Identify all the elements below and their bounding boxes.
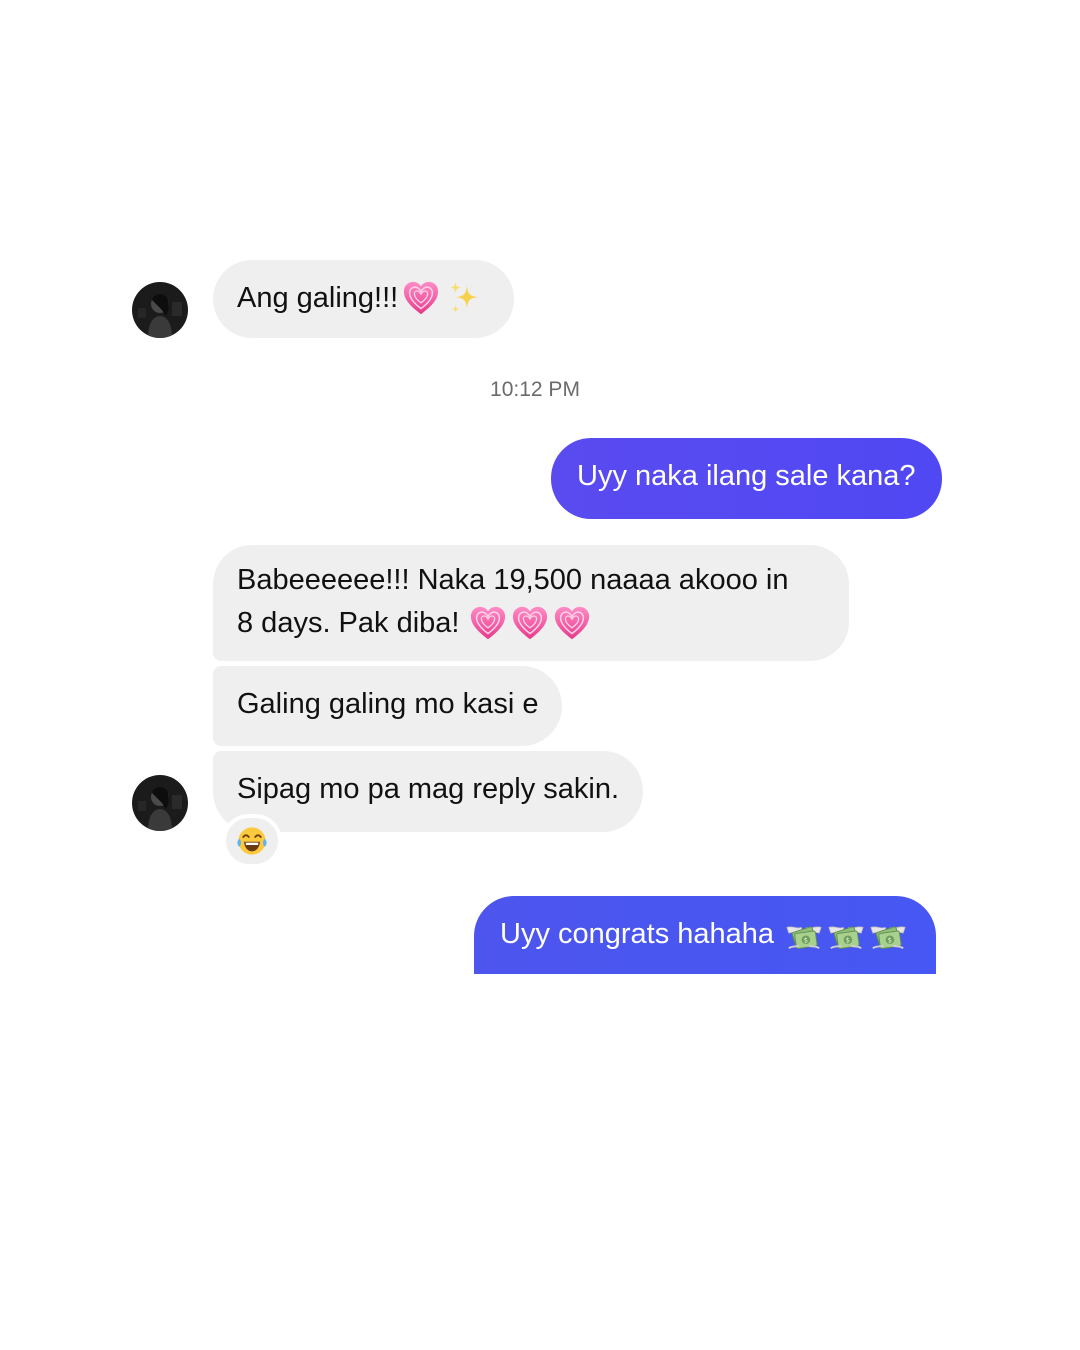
money-with-wings-emoji	[826, 916, 866, 954]
message-text: Ang galing!!!	[237, 282, 399, 314]
money-with-wings-emoji	[868, 916, 908, 954]
growing-heart-emoji	[469, 605, 507, 643]
avatar-image	[132, 775, 188, 831]
outgoing-message-bubble[interactable]: Uyy congrats hahaha	[474, 896, 937, 974]
contact-avatar[interactable]	[132, 282, 188, 338]
message-reaction[interactable]	[222, 814, 282, 868]
timestamp-divider: 10:12 PM	[490, 378, 580, 401]
message-text: Uyy congrats hahaha	[500, 918, 775, 950]
contact-avatar[interactable]	[132, 775, 188, 831]
message-text-line-2: 8 days. Pak diba!	[237, 602, 825, 645]
growing-heart-emoji	[402, 280, 440, 318]
message-text: 8 days. Pak diba!	[237, 607, 460, 639]
message-text: Galing galing mo kasi e	[237, 688, 539, 720]
avatar-image	[132, 282, 188, 338]
incoming-message-bubble[interactable]: Galing galing mo kasi e	[213, 666, 563, 746]
outgoing-message-bubble[interactable]: Uyy naka ilang sale kana?	[551, 438, 942, 519]
tears-of-joy-emoji	[236, 825, 268, 857]
growing-heart-emoji	[511, 605, 549, 643]
incoming-message-bubble[interactable]: Ang galing!!!	[213, 260, 515, 338]
growing-heart-emoji	[553, 605, 591, 643]
sparkles-emoji	[446, 280, 484, 318]
incoming-message-bubble[interactable]: Sipag mo pa mag reply sakin.	[213, 751, 644, 832]
incoming-message-bubble[interactable]: Babeeeeee!!! Naka 19,500 naaaa akooo in …	[213, 545, 849, 661]
message-text: Sipag mo pa mag reply sakin.	[237, 773, 620, 805]
message-text-line-1: Babeeeeee!!! Naka 19,500 naaaa akooo in	[237, 564, 789, 596]
money-with-wings-emoji	[784, 916, 824, 954]
message-text: Uyy naka ilang sale kana?	[577, 460, 916, 492]
